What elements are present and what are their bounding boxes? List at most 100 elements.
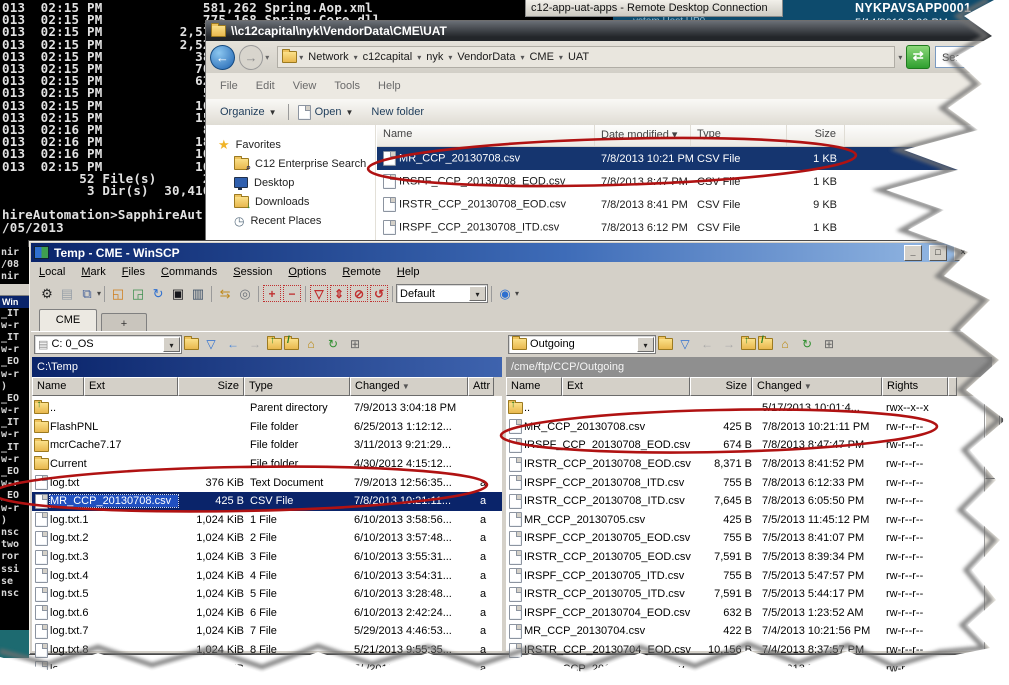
winscp-menu-commands[interactable]: Commands [161,266,217,278]
file-row[interactable]: IRSTR_CCP_20130704_EOD.csv10,156 B7/4/20… [506,641,992,660]
history-dropdown-icon[interactable]: ▾ [265,53,269,62]
console-icon[interactable]: ▣ [169,285,187,303]
new-folder-button[interactable]: New folder [371,106,424,118]
clear-selection-icon[interactable]: ⊘ [350,285,368,302]
file-row[interactable]: log.txt.91,025 KiB5/ /2013a [32,659,502,678]
column-header-ext[interactable]: Ext [84,377,178,396]
tree-icon[interactable]: ⊞ [820,335,838,353]
parent-folder-icon[interactable]: ↑ [267,338,282,350]
breadcrumb-item[interactable]: nyk [423,51,446,63]
home-icon[interactable]: ⌂ [302,335,320,353]
refresh-icon[interactable]: ↻ [149,285,167,303]
nav-item-recent-places[interactable]: ◷Recent Places [206,211,375,230]
abort-icon[interactable]: ◲ [129,285,147,303]
dropdown-arrow-icon[interactable]: ▾ [163,337,180,352]
file-row[interactable]: log.txt.41,024 KiB4 File6/10/2013 3:54:3… [32,566,502,585]
minimize-button[interactable]: _ [904,245,922,261]
file-row[interactable]: IRSTR_CCP_20130708_EOD.csv7/8/2013 8:41 … [377,193,1004,216]
file-row[interactable]: mcrCache7.17File folder3/11/2013 9:21:29… [32,436,502,455]
scrollbar-thumb[interactable] [985,397,1000,479]
explorer-menu-item[interactable]: Help [378,80,401,92]
breadcrumb-item[interactable]: Network [305,51,351,63]
file-row[interactable]: IRSTR_CCP_20130708_ITD.csv7,645 B7/8/201… [506,492,992,511]
column-header-name[interactable]: Name [377,125,595,146]
copy-icon[interactable]: ⧉ [78,285,96,303]
file-row[interactable]: IRSPF_CCP_20130708_ITD.csv755 B7/8/2013 … [506,473,992,492]
file-row[interactable]: IRSPF_CCP_20130708_ITD.csv7/8/2013 6:12 … [377,216,1004,239]
column-header-ext[interactable]: Ext [562,377,690,396]
file-row[interactable]: MR_CCP_20130708.csv425 BCSV File7/8/2013… [32,492,502,511]
file-row[interactable]: IRSTR_CCP_20130708_EOD.csv8,371 B7/8/201… [506,455,992,474]
scroll-up-icon[interactable]: ▲ [985,377,1000,395]
column-header-date-modified[interactable]: Date modified ▾ [595,125,691,146]
open-session-icon[interactable]: ◱ [109,285,127,303]
file-row[interactable]: log.txt.61,024 KiB6 File6/10/2013 2:42:2… [32,604,502,623]
local-drive-combo[interactable]: ▤ C: 0_OS▾ [34,335,182,354]
select-filter-icon[interactable]: ▽ [310,285,328,302]
root-folder-icon[interactable]: / [284,338,299,350]
file-row[interactable]: MR_CCP_20130708.csv7/8/2013 10:21 PMCSV … [377,147,1004,170]
transfer-settings-combo[interactable]: Default▾ [396,284,488,303]
organize-button[interactable]: Organize [220,106,265,118]
file-row[interactable]: IRSPF_CCP_20130708_EOD.csv7/8/2013 8:47 … [377,170,1004,193]
home-icon[interactable]: ⌂ [776,335,794,353]
column-header-changed[interactable]: Changed ▼ [350,377,468,396]
file-row[interactable]: ↑..Parent directory7/9/2013 3:04:18 PM [32,399,502,418]
file-row[interactable]: IRSPF_CCP_20130708_EOD.csv674 B7/8/2013 … [506,436,992,455]
back-button[interactable]: ← [210,45,235,70]
file-row[interactable]: log.txt.81,024 KiB8 File5/21/2013 9:55:3… [32,641,502,660]
winscp-menu-remote[interactable]: Remote [342,266,381,278]
file-row[interactable]: log.txt.51,024 KiB5 File6/10/2013 3:28:4… [32,585,502,604]
column-header-size[interactable]: Size [690,377,752,396]
explorer-menu-item[interactable]: Edit [256,80,275,92]
column-header-changed[interactable]: Changed ▼ [752,377,882,396]
explorer-title-bar[interactable]: \\c12capital\nyk\VendorData\CME\UAT [206,21,1004,41]
synchronize-icon[interactable]: ⇆ [216,285,234,303]
column-header-type[interactable]: Type [691,125,787,146]
column-header-name[interactable]: Name [32,377,84,396]
winscp-title-bar[interactable]: Temp - CME - WinSCP _ □ × [31,243,1000,262]
session-tab-cme[interactable]: CME [39,309,97,331]
refresh-icon[interactable]: ↻ [798,335,816,353]
dropdown-arrow-icon[interactable]: ▾ [469,286,486,301]
explorer-menu-item[interactable]: View [293,80,317,92]
column-header-attr[interactable]: Attr [468,377,494,396]
tree-icon[interactable]: ⊞ [346,335,364,353]
file-row[interactable]: MR_CCP_20130704.csv422 B7/4/2013 10:21:5… [506,622,992,641]
find-files-icon[interactable]: ◎ [236,285,254,303]
remote-path-bar[interactable]: /cme/ftp/CCP/Outgoing [506,357,992,377]
breadcrumb-item[interactable]: VendorData [454,51,518,63]
nav-favorites[interactable]: ★Favorites [206,135,375,154]
filter-icon[interactable]: ▽ [676,335,694,353]
remove-from-selection-icon[interactable]: − [283,285,301,302]
root-folder-icon[interactable]: / [758,338,773,350]
explorer-menu-item[interactable]: Tools [334,80,360,92]
file-row[interactable]: IRSPF_CCP_20130704_ITD.csv707 B7/4/2013 … [506,659,992,678]
file-row[interactable]: MR_CCP_20130705.csv425 B7/5/2013 11:45:1… [506,511,992,530]
winscp-menu-help[interactable]: Help [397,266,420,278]
close-button[interactable]: × [954,245,972,261]
nav-item-c12-enterprise-search[interactable]: ⌕C12 Enterprise Search [206,154,375,173]
file-row[interactable]: IRSPF_CCP_20130705_EOD.csv755 B7/5/2013 … [506,529,992,548]
file-row[interactable]: FlashPNLFile folder6/25/2013 1:12:12... [32,418,502,437]
rdp-connection-bar[interactable]: c12-app-uat-apps - Remote Desktop Connec… [525,0,783,17]
organize-dropdown-icon[interactable]: ▼ [269,108,277,117]
new-tab-button[interactable]: + [101,313,147,331]
invert-selection-icon[interactable]: ↺ [370,285,388,302]
forward-button[interactable]: → [239,45,264,70]
open-folder-icon[interactable] [658,338,673,350]
putty-icon[interactable]: ▥ [189,285,207,303]
file-row[interactable]: log.txt.31,024 KiB3 File6/10/2013 3:55:3… [32,548,502,567]
breadcrumb-item[interactable]: CME [526,51,556,63]
parent-folder-icon[interactable]: ↑ [741,338,756,350]
file-row[interactable]: MR_CCP_20130708.csv425 B7/8/2013 10:21:1… [506,418,992,437]
dropdown-arrow-icon[interactable]: ▾ [637,337,654,352]
column-header-name[interactable]: Name [506,377,562,396]
dropdown-arrow-icon[interactable]: ▾ [515,289,519,298]
maximize-button[interactable]: □ [929,245,947,261]
file-row[interactable]: CurrentFile folder4/30/2012 4:15:12... [32,455,502,474]
nav-item-desktop[interactable]: Desktop [206,173,375,192]
address-dropdown-icon[interactable]: ▾ [898,53,902,62]
add-to-selection-icon[interactable]: + [263,285,281,302]
file-row[interactable]: IRSPF_CCP_20130705_ITD.csv755 B7/5/2013 … [506,566,992,585]
